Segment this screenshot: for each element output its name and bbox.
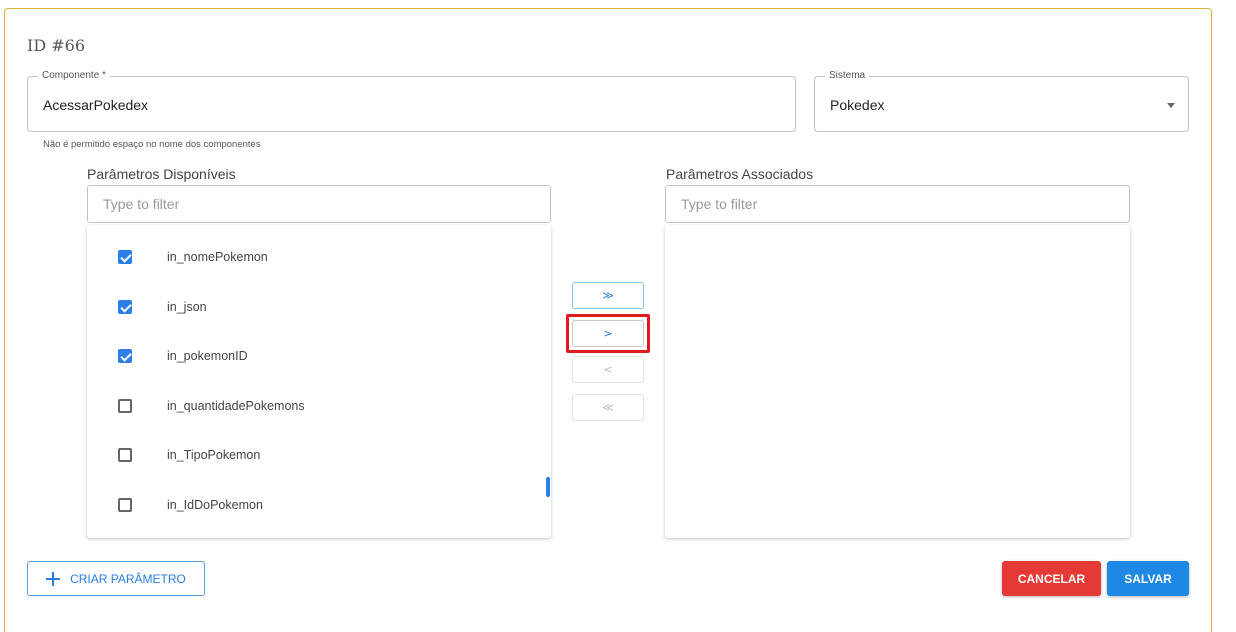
list-item-label: in_IdDoPokemon	[167, 498, 263, 512]
associated-filter-input[interactable]	[665, 185, 1130, 223]
list-item[interactable]: in_TipoPokemon	[87, 440, 537, 470]
move-all-left-button[interactable]: ≪	[572, 394, 644, 421]
associated-params-title: Parâmetros Associados	[666, 166, 814, 182]
componente-label: Componente *	[38, 70, 110, 82]
caret-down-icon[interactable]	[1167, 103, 1175, 108]
available-params-title: Parâmetros Disponíveis	[87, 166, 236, 182]
checkbox-unchecked[interactable]	[118, 498, 132, 512]
list-item[interactable]: in_IdDoPokemon	[87, 490, 537, 520]
sistema-select[interactable]: Sistema Pokedex	[814, 70, 1189, 132]
checkbox-checked[interactable]	[118, 349, 132, 363]
criar-parametro-button[interactable]: CRIAR PARÂMETRO	[27, 561, 205, 596]
checkbox-checked[interactable]	[118, 250, 132, 264]
move-all-right-button[interactable]: ≫	[572, 282, 644, 309]
save-button[interactable]: SALVAR	[1107, 561, 1189, 596]
available-filter-input[interactable]	[87, 185, 551, 223]
list-item[interactable]: in_pokemonID	[87, 341, 537, 371]
list-item-label: in_TipoPokemon	[167, 448, 261, 462]
list-item[interactable]: in_json	[87, 292, 537, 322]
list-scrollbar[interactable]	[546, 477, 550, 497]
list-item-label: in_pokemonID	[167, 349, 248, 363]
associated-params-list	[665, 225, 1130, 538]
list-item-label: in_nomePokemon	[167, 250, 268, 264]
checkbox-unchecked[interactable]	[118, 448, 132, 462]
move-right-highlight	[566, 314, 650, 353]
available-params-list: in_nomePokemon in_json in_pokemonID in_q…	[87, 225, 551, 538]
page-title: ID #66	[27, 36, 85, 55]
checkbox-unchecked[interactable]	[118, 399, 132, 413]
componente-input[interactable]: AcessarPokedex	[43, 97, 148, 113]
list-item[interactable]: in_quantidadePokemons	[87, 391, 537, 421]
sistema-label: Sistema	[825, 70, 870, 82]
checkbox-checked[interactable]	[118, 300, 132, 314]
plus-icon	[46, 571, 61, 586]
list-item[interactable]: in_nomePokemon	[87, 242, 537, 272]
componente-field[interactable]: Componente * AcessarPokedex	[27, 70, 796, 132]
criar-parametro-label: CRIAR PARÂMETRO	[70, 571, 186, 586]
list-item-label: in_json	[167, 300, 207, 314]
componente-helper-text: Não é permitido espaço no nome dos compo…	[43, 139, 261, 150]
move-left-button[interactable]: <	[572, 356, 644, 383]
list-item-label: in_quantidadePokemons	[167, 399, 305, 413]
cancel-button[interactable]: CANCELAR	[1002, 561, 1101, 596]
sistema-selected-value[interactable]: Pokedex	[830, 97, 884, 113]
